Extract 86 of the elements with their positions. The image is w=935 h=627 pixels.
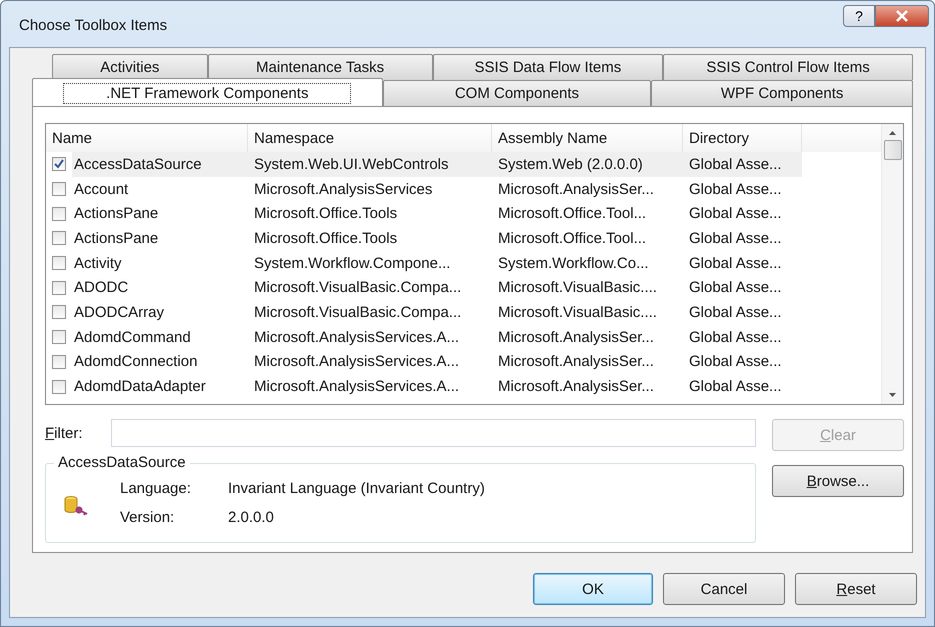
close-icon: [895, 10, 909, 22]
checkbox[interactable]: [52, 182, 66, 196]
checkbox[interactable]: [52, 354, 66, 369]
table-cell-text: Microsoft.VisualBasic.Compa...: [253, 304, 462, 321]
table-cell-text: ActionsPane: [73, 230, 160, 247]
checkbox[interactable]: [52, 231, 66, 246]
tab[interactable]: Activities: [52, 54, 208, 80]
checkbox[interactable]: [52, 157, 66, 172]
table-cell-text: Global Asse...: [688, 156, 783, 173]
table-cell-text: Global Asse...: [688, 304, 783, 321]
table-cell-text: Account: [73, 180, 130, 198]
table-cell-text: Microsoft.VisualBasic.Compa...: [253, 279, 462, 296]
table-cell-text: ADODC: [73, 279, 130, 296]
table-cell-text: ActionsPane: [73, 205, 160, 222]
table-cell-text: Global Asse...: [688, 279, 783, 296]
dialog-button[interactable]: OK: [533, 573, 653, 605]
database-key-icon: [64, 495, 88, 517]
table-cell-text: Microsoft.AnalysisSer...: [497, 180, 655, 198]
table-cell-text: Microsoft.AnalysisServices.A...: [253, 328, 460, 346]
list-row[interactable]: ADODC Microsoft.VisualBasic.Compa... Microsoft.VisualBasic.... Global Asse...: [72, 275, 802, 300]
table-cell-text: Microsoft.Office.Tools: [253, 230, 398, 247]
list-row[interactable]: ActionsPane Microsoft.Office.Tools Microsoft.Office.Tool... Global Asse...: [72, 226, 802, 251]
table-cell-text: System.Web.UI.WebControls: [253, 156, 450, 173]
table-cell-text: ADODCArray: [73, 304, 166, 321]
list-row[interactable]: Activity System.Workflow.Compone... System.Workflow.Co... Global Asse...: [72, 250, 802, 276]
table-cell-text: Global Asse...: [688, 353, 783, 370]
checkbox[interactable]: [52, 280, 66, 295]
table-cell-text: Global Asse...: [688, 180, 783, 198]
filter-field[interactable]: [111, 419, 756, 447]
checkbox[interactable]: [52, 305, 66, 320]
tab[interactable]: SSIS Data Flow Items: [432, 54, 664, 80]
table-cell-text: Microsoft.Office.Tools: [253, 205, 398, 222]
table-cell-text: AdomdDataAdapter: [73, 378, 207, 396]
tab[interactable]: COM Components: [382, 80, 652, 106]
table-cell-text: System.Web (2.0.0.0): [497, 156, 644, 173]
checkbox[interactable]: [52, 380, 66, 394]
table-cell-text: System.Workflow.Compone...: [253, 254, 452, 272]
field-value: Invariant Language (Invariant Country): [228, 480, 485, 497]
table-cell-text: AccessDataSource: [73, 156, 203, 173]
table-cell-text: Microsoft.AnalysisSer...: [497, 378, 655, 396]
scrollbar[interactable]: [881, 124, 903, 404]
table-cell-text: Global Asse...: [688, 205, 783, 222]
field-value: 2.0.0.0: [228, 509, 275, 526]
checkbox[interactable]: [52, 330, 66, 344]
dialog-button[interactable]: Cancel: [663, 573, 785, 605]
checkbox[interactable]: [52, 206, 66, 221]
tab[interactable]: SSIS Control Flow Items: [663, 54, 913, 80]
filter-label: Filter:: [45, 424, 84, 442]
window-title: Choose Toolbox Items: [19, 17, 168, 34]
table-cell-text: Microsoft.Office.Tool...: [497, 230, 648, 247]
table-cell-text: Microsoft.VisualBasic....: [497, 279, 658, 296]
table-cell-text: Global Asse...: [688, 378, 783, 396]
list-row[interactable]: AdomdDataAdapter Microsoft.AnalysisServices.A... Microsoft.AnalysisSer... Global Asse...: [72, 374, 802, 399]
table-cell-text: Global Asse...: [688, 230, 783, 247]
list-row[interactable]: AccessDataSource System.Web.UI.WebControls System.Web (2.0.0.0) Global Asse...: [72, 152, 802, 177]
list-row[interactable]: Account Microsoft.AnalysisServices Microsoft.AnalysisSer... Global Asse...: [72, 176, 802, 202]
table-cell-text: AdomdCommand: [73, 328, 192, 346]
table-cell-text: Microsoft.AnalysisServices.A...: [253, 378, 460, 396]
table-cell-text: Microsoft.AnalysisServices: [253, 180, 434, 198]
field-label: Version:: [120, 509, 176, 526]
table-cell-text: Microsoft.AnalysisServices.A...: [253, 353, 460, 370]
table-cell-text: Microsoft.AnalysisSer...: [497, 353, 655, 370]
table-cell-text: Global Asse...: [688, 328, 783, 346]
tab[interactable]: .NET Framework Components: [32, 78, 383, 107]
scroll-up-icon[interactable]: [888, 130, 897, 136]
checkbox[interactable]: [52, 256, 66, 270]
tab[interactable]: WPF Components: [651, 80, 913, 106]
list-row[interactable]: AdomdCommand Microsoft.AnalysisServices.A... Microsoft.AnalysisSer... Global Asse...: [72, 324, 802, 350]
table-cell-text: Global Asse...: [688, 254, 783, 272]
table-cell-text: AdomdConnection: [73, 353, 198, 370]
table-cell-text: System.Workflow.Co...: [497, 254, 650, 272]
close-button[interactable]: [875, 5, 929, 27]
table-cell-text: Activity: [73, 254, 123, 272]
browse-button[interactable]: Browse...: [772, 465, 904, 497]
scroll-thumb[interactable]: [884, 140, 902, 160]
table-cell-text: Microsoft.VisualBasic....: [497, 304, 658, 321]
help-button[interactable]: ?: [843, 5, 875, 27]
field-label: Language:: [120, 480, 192, 497]
list-row[interactable]: ActionsPane Microsoft.Office.Tools Microsoft.Office.Tool... Global Asse...: [72, 201, 802, 226]
tab[interactable]: Maintenance Tasks: [208, 54, 433, 80]
table-cell-text: Microsoft.Office.Tool...: [497, 205, 648, 222]
list-row[interactable]: AdomdConnection Microsoft.AnalysisServices.A... Microsoft.AnalysisSer... Global Asse...: [72, 350, 802, 374]
table-cell-text: Microsoft.AnalysisSer...: [497, 328, 655, 346]
dialog-button[interactable]: Reset: [795, 573, 917, 605]
scroll-down-icon[interactable]: [888, 392, 897, 398]
list-row[interactable]: ADODCArray Microsoft.VisualBasic.Compa... Microsoft.VisualBasic.... Global Asse...: [72, 300, 802, 325]
